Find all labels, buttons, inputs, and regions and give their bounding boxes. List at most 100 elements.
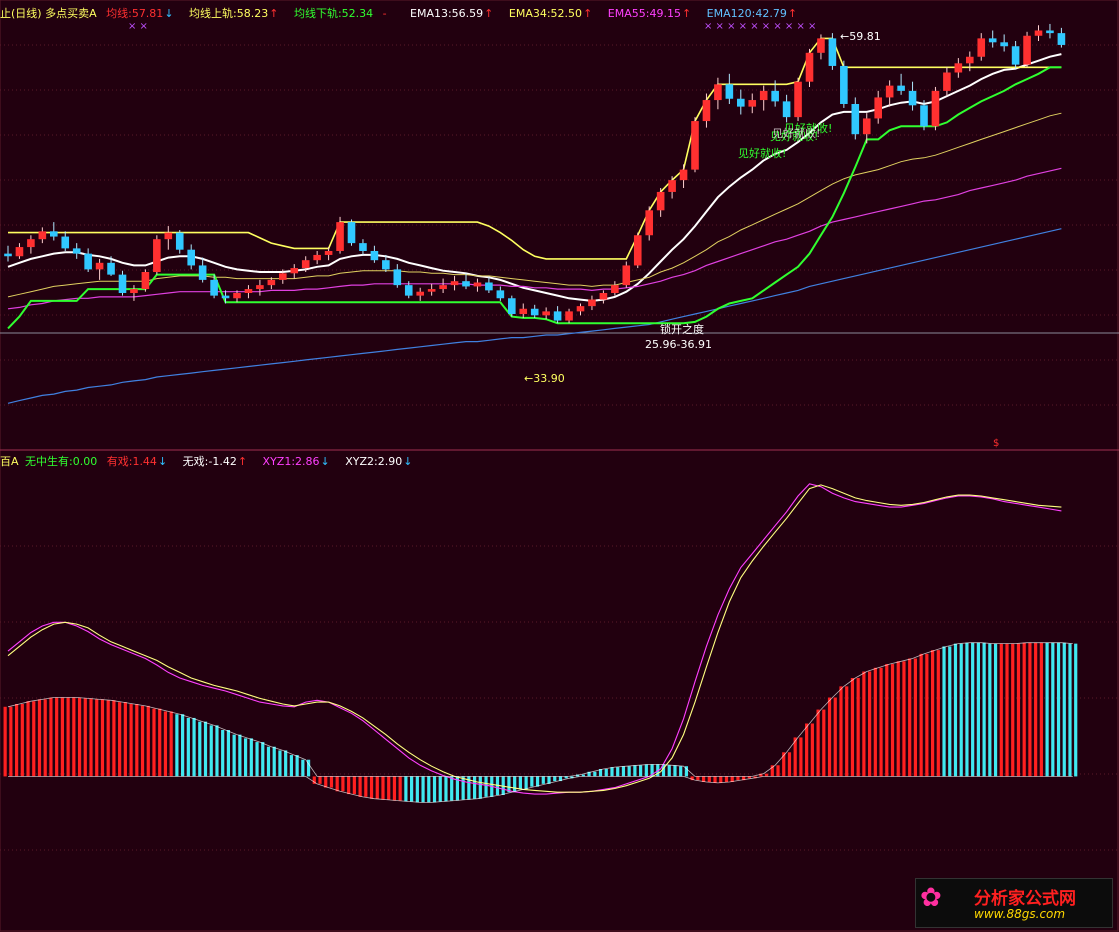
histogram-bar <box>49 697 53 777</box>
histogram-bar <box>163 711 168 777</box>
histogram-bar <box>60 697 64 777</box>
histogram-bar <box>621 766 626 777</box>
histogram-bar <box>890 664 895 777</box>
candle-body <box>4 253 12 257</box>
histogram-bar <box>9 706 13 777</box>
osc-wuxi-value: 无戏:-1.42↑ <box>182 455 248 468</box>
candle-body <box>141 272 150 290</box>
candle-body <box>840 65 848 104</box>
take-profit-hint-1: 见好就收! <box>738 147 787 160</box>
histogram-bar <box>1011 643 1015 777</box>
histogram-bar <box>427 776 431 803</box>
histogram-bar <box>169 711 173 777</box>
candle-body <box>84 253 92 270</box>
histogram-bar <box>839 686 843 777</box>
histogram-bar <box>799 737 803 777</box>
histogram-bar <box>335 776 339 792</box>
histogram-bar <box>850 678 855 777</box>
histogram-bar <box>896 661 900 777</box>
candle-body <box>473 282 482 287</box>
candle-body <box>233 293 241 299</box>
histogram-bar <box>845 686 849 777</box>
histogram-bar <box>432 776 437 803</box>
candle-body <box>27 239 35 248</box>
candle-body <box>267 279 276 286</box>
histogram-bar <box>95 699 99 777</box>
histogram-bar <box>255 742 259 777</box>
candle-body <box>1034 30 1043 36</box>
histogram-bar <box>238 734 242 777</box>
candle-body <box>50 231 58 237</box>
histogram-bar <box>181 714 185 777</box>
candle-body <box>347 222 356 244</box>
histogram-envelope-top <box>7 642 1073 777</box>
watermark-url: www.88gs.com <box>974 907 1066 921</box>
candle-body <box>210 279 218 296</box>
candle-body <box>1011 46 1020 65</box>
candle-body <box>565 311 573 321</box>
histogram-envelope-bottom <box>8 776 1073 803</box>
histogram-bar <box>988 643 992 777</box>
histogram-bar <box>936 650 940 777</box>
candle-body <box>279 273 287 280</box>
candle-body <box>153 239 161 272</box>
histogram-bar <box>295 755 299 777</box>
histogram-bar <box>118 702 122 777</box>
candle-body <box>897 85 905 91</box>
histogram-bar <box>736 776 740 781</box>
histogram-bar <box>55 697 59 777</box>
histogram-bar <box>535 776 540 787</box>
histogram-bar <box>959 643 963 777</box>
histogram-bar <box>976 642 980 777</box>
histogram-bar <box>484 776 488 797</box>
range-label: 25.96-36.91 <box>645 338 712 351</box>
histogram-bar <box>398 776 402 801</box>
histogram-bar <box>604 769 608 777</box>
histogram-bar <box>100 699 105 777</box>
arrow-down-icon: ↓ <box>320 455 330 468</box>
histogram-bar <box>644 764 648 777</box>
histogram-bar <box>948 646 952 777</box>
histogram-bar <box>232 734 236 777</box>
histogram-bar <box>215 725 219 777</box>
candle-body <box>668 180 676 192</box>
watermark-title: 分析家公式网 <box>974 889 1076 909</box>
candle-body <box>714 84 722 101</box>
histogram-bar <box>810 723 814 777</box>
arrow-up-icon: ↑ <box>484 7 494 20</box>
histogram-bar <box>278 750 282 777</box>
histogram-bar <box>106 700 110 777</box>
candle-body <box>530 308 539 316</box>
histogram-bar <box>868 671 872 777</box>
histogram-bar <box>192 717 196 777</box>
histogram-bar <box>524 776 528 790</box>
candle-body <box>622 265 631 286</box>
histogram-bar <box>610 767 614 777</box>
histogram-bar <box>1045 642 1049 777</box>
candle-body <box>1046 30 1054 34</box>
histogram-bar <box>1039 642 1043 777</box>
candle-body <box>1023 35 1031 65</box>
histogram-bar <box>879 667 883 777</box>
histogram-bar <box>198 721 202 777</box>
histogram-bar <box>152 708 156 777</box>
histogram-bar <box>329 776 334 788</box>
candle-body <box>336 222 344 251</box>
candle-body <box>462 281 470 287</box>
candle-body <box>782 101 791 118</box>
histogram-bar <box>930 650 935 777</box>
candle-body <box>15 247 24 257</box>
histogram-bar <box>135 704 139 777</box>
candle-body <box>679 169 688 181</box>
histogram-bar <box>83 698 87 777</box>
histogram-bar <box>816 709 820 777</box>
histogram-bar <box>284 750 288 777</box>
osc-youxi-value: 有戏:1.44↓ <box>106 455 168 468</box>
histogram-bar <box>301 759 305 777</box>
histogram-bar <box>639 765 643 777</box>
ema55-value: EMA55:49.15↑ <box>607 7 692 20</box>
histogram-bar <box>438 776 442 802</box>
series-line-均线上轨 <box>8 37 1062 260</box>
histogram-bar <box>461 776 465 800</box>
candle-body <box>1000 42 1008 47</box>
